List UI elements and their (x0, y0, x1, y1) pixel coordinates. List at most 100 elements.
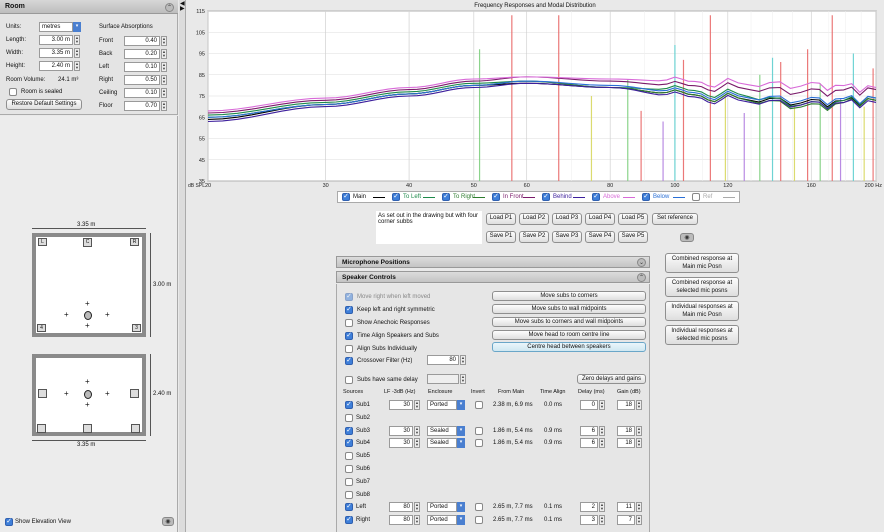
abs-floor-stepper[interactable]: ▲ ▼ (161, 101, 167, 111)
collapse-room-icon[interactable]: ⌃ (165, 3, 174, 12)
abs-back-field[interactable]: 0.20 (124, 49, 160, 59)
splitter[interactable] (179, 0, 186, 532)
mic-position-icon[interactable]: + (85, 300, 90, 308)
delay-field[interactable]: 6 (580, 438, 598, 449)
legend-checkbox[interactable]: ✓ (392, 193, 400, 201)
lf-stepper[interactable]: ▲ ▼ (414, 515, 420, 526)
length-stepper[interactable]: ▲ ▼ (74, 35, 80, 45)
abs-front-stepper[interactable]: ▲ ▼ (161, 36, 167, 46)
invert-checkbox[interactable] (475, 401, 483, 409)
source-checkbox[interactable]: ✓ (345, 503, 353, 512)
centre-head-button[interactable]: Centre head between speakers (492, 342, 646, 352)
length-field[interactable]: 3.00 m (39, 35, 73, 45)
delay-field[interactable]: 0 (580, 400, 598, 410)
sub-elev-marker[interactable] (37, 424, 46, 433)
expand-mic-icon[interactable]: ⌄ (637, 258, 646, 267)
gain-stepper[interactable]: ▲ ▼ (636, 438, 642, 449)
load-p4-button[interactable]: Load P4 (585, 213, 615, 225)
collapse-speaker-icon[interactable]: ⌃ (637, 273, 646, 282)
crossover-checkbox[interactable]: ✓ (345, 357, 353, 365)
source-checkbox[interactable] (345, 413, 353, 422)
lf-stepper[interactable]: ▲ ▼ (414, 400, 420, 410)
units-select[interactable]: metres (39, 22, 73, 32)
enclosure-select[interactable]: Ported (427, 400, 457, 410)
sub-3-marker[interactable]: 3 (132, 324, 141, 332)
speaker-controls-header[interactable]: Speaker Controls (336, 271, 650, 283)
source-checkbox[interactable]: ✓ (345, 401, 353, 409)
move-subs-corners-button[interactable]: Move subs to corners (492, 291, 646, 301)
delay-field[interactable]: 6 (580, 425, 598, 436)
sub-4-marker[interactable]: 4 (37, 324, 46, 332)
source-checkbox[interactable] (345, 465, 353, 473)
lf-stepper[interactable]: ▲ ▼ (414, 502, 420, 513)
speaker-left-marker[interactable]: L (38, 238, 47, 246)
abs-front-field[interactable]: 0.40 (124, 36, 160, 46)
gain-stepper[interactable]: ▲ ▼ (636, 502, 642, 513)
mic-position-icon[interactable]: + (85, 378, 90, 386)
show-anechoic-checkbox[interactable] (345, 319, 353, 327)
chevron-down-icon[interactable]: ▾ (457, 438, 465, 449)
expand-arrows-icon[interactable]: ◀ ▶ (180, 1, 185, 12)
enclosure-select[interactable]: Sealed (427, 438, 457, 449)
combined-main-button[interactable]: Combined response at Main mic Posn (665, 253, 739, 273)
crossover-stepper[interactable]: ▲ ▼ (460, 355, 466, 365)
mic-position-icon[interactable]: + (85, 401, 90, 409)
chevron-down-icon[interactable]: ▾ (73, 22, 81, 32)
enclosure-select[interactable]: Sealed (427, 425, 457, 436)
abs-right-field[interactable]: 0.50 (124, 75, 160, 85)
gain-stepper[interactable]: ▲ ▼ (636, 400, 642, 410)
mic-position-icon[interactable]: + (85, 322, 90, 330)
listener-head-icon[interactable] (84, 311, 92, 320)
enclosure-select[interactable]: Ported (427, 502, 457, 513)
height-field[interactable]: 2.40 m (39, 61, 73, 71)
delay-stepper[interactable]: ▲ ▼ (599, 400, 605, 410)
source-checkbox[interactable]: ✓ (345, 439, 353, 448)
abs-ceiling-field[interactable]: 0.10 (124, 88, 160, 98)
room-sealed-checkbox[interactable] (9, 88, 17, 96)
abs-left-field[interactable]: 0.10 (124, 62, 160, 72)
align-subs-checkbox[interactable] (345, 345, 353, 353)
gain-field[interactable]: 7 (617, 515, 635, 526)
save-p2-button[interactable]: Save P2 (519, 231, 549, 243)
invert-checkbox[interactable] (475, 426, 483, 435)
abs-right-stepper[interactable]: ▲ ▼ (161, 75, 167, 85)
legend-checkbox[interactable]: ✓ (442, 193, 450, 201)
mic-position-icon[interactable]: + (64, 390, 69, 398)
chevron-down-icon[interactable]: ▾ (457, 515, 465, 526)
same-delay-checkbox[interactable] (345, 376, 353, 384)
save-p3-button[interactable]: Save P3 (552, 231, 582, 243)
chevron-down-icon[interactable]: ▾ (457, 400, 465, 410)
individual-main-button[interactable]: Individual responses at Main mic Posn (665, 301, 739, 321)
source-checkbox[interactable]: ✓ (345, 426, 353, 435)
move-head-centre-line-button[interactable]: Move head to room centre line (492, 330, 646, 340)
save-p4-button[interactable]: Save P4 (585, 231, 615, 243)
chevron-down-icon[interactable]: ▾ (457, 425, 465, 436)
delay-stepper[interactable]: ▲ ▼ (599, 438, 605, 449)
height-stepper[interactable]: ▲ ▼ (74, 61, 80, 71)
invert-checkbox[interactable] (475, 503, 483, 512)
lf-field[interactable]: 30 (389, 400, 413, 410)
load-p3-button[interactable]: Load P3 (552, 213, 582, 225)
move-subs-corners-wall-button[interactable]: Move subs to corners and wall midpoints (492, 317, 646, 327)
legend-checkbox[interactable]: ✓ (542, 193, 550, 201)
source-checkbox[interactable] (345, 477, 353, 486)
mic-positions-header[interactable]: Microphone Positions (336, 256, 650, 268)
set-reference-button[interactable]: Set reference (652, 213, 698, 225)
abs-back-stepper[interactable]: ▲ ▼ (161, 49, 167, 59)
keep-symmetric-checkbox[interactable]: ✓ (345, 306, 353, 314)
restore-defaults-button[interactable]: Restore Default Settings (6, 99, 82, 110)
settings-toggle-icon[interactable]: ◉ (162, 517, 174, 526)
zero-delays-gains-button[interactable]: Zero delays and gains (577, 374, 646, 384)
legend-checkbox[interactable]: ✓ (592, 193, 600, 201)
gain-stepper[interactable]: ▲ ▼ (636, 515, 642, 526)
time-align-checkbox[interactable]: ✓ (345, 332, 353, 340)
gain-field[interactable]: 11 (617, 502, 635, 513)
speaker-left-elev-marker[interactable] (38, 389, 47, 398)
delay-stepper[interactable]: ▲ ▼ (599, 515, 605, 526)
enclosure-select[interactable]: Ported (427, 515, 457, 526)
save-p5-button[interactable]: Save P5 (618, 231, 648, 243)
preset-options-icon[interactable]: ◉ (680, 233, 694, 242)
mic-position-icon[interactable]: + (64, 311, 69, 319)
legend-checkbox[interactable]: ✓ (642, 193, 650, 201)
show-elevation-checkbox[interactable]: ✓ (5, 518, 13, 526)
